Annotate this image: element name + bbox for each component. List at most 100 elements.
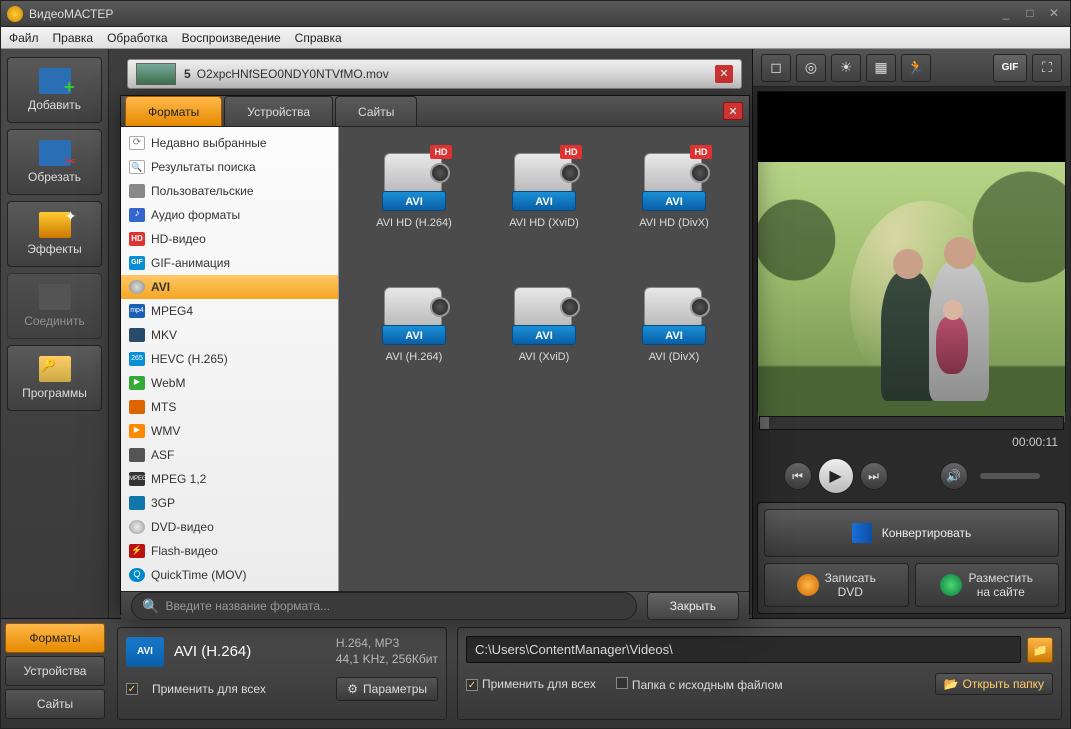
dialog-tab-formats[interactable]: Форматы	[125, 96, 222, 126]
apply-all-checkbox[interactable]: ✓	[126, 683, 138, 695]
minimize-button[interactable]: _	[996, 7, 1016, 21]
dialog-tab-devices[interactable]: Устройства	[224, 96, 333, 126]
preset-item[interactable]: AVIHDAVI HD (XviD)	[481, 139, 607, 269]
preset-item[interactable]: AVIAVI (DivX)	[611, 273, 737, 403]
format-search-input[interactable]: 🔍 Введите название формата...	[131, 592, 637, 620]
path-apply-all-checkbox[interactable]: ✓	[466, 679, 478, 691]
play-button[interactable]: ▶	[818, 458, 854, 494]
category-item-mts[interactable]: MTS	[121, 395, 338, 419]
category-item-webm[interactable]: WebM	[121, 371, 338, 395]
category-item-asf[interactable]: ASF	[121, 443, 338, 467]
playback-controls: ⏮ ▶ ⏭ 🔊	[753, 454, 1070, 498]
category-item-recent[interactable]: Недавно выбранные	[121, 131, 338, 155]
category-item-wmv[interactable]: WMV	[121, 419, 338, 443]
app-title: ВидеоМАСТЕР	[29, 7, 992, 21]
webm-icon	[129, 376, 145, 390]
preset-item[interactable]: AVIHDAVI HD (H.264)	[351, 139, 477, 269]
category-label: HEVC (H.265)	[151, 352, 228, 366]
camcorder-icon: AVI	[376, 279, 452, 345]
enhance-icon[interactable]: ▦	[866, 54, 896, 82]
speed-icon[interactable]: 🏃	[901, 54, 931, 82]
preset-item[interactable]: AVIAVI (XviD)	[481, 273, 607, 403]
publish-web-button[interactable]: Разместитьна сайте	[915, 563, 1060, 607]
category-item-tgp[interactable]: 3GP	[121, 491, 338, 515]
category-item-hevc[interactable]: 265 HEVC (H.265)	[121, 347, 338, 371]
avi-icon	[129, 280, 145, 294]
timeline[interactable]	[759, 416, 1064, 430]
category-item-search[interactable]: Результаты поиска	[121, 155, 338, 179]
source-folder-checkbox[interactable]	[616, 677, 628, 689]
menu-help[interactable]: Справка	[295, 31, 342, 45]
file-row[interactable]: 5 O2xpcHNfSEO0NDY0NTVfMO.mov ✕	[127, 59, 742, 89]
volume-slider[interactable]	[980, 473, 1040, 479]
asf-icon	[129, 448, 145, 462]
category-label: Результаты поиска	[151, 160, 256, 174]
category-item-gif[interactable]: GIFGIF-анимация	[121, 251, 338, 275]
add-icon	[39, 68, 71, 94]
time-display: 00:00:11	[753, 430, 1070, 454]
brightness-icon[interactable]: ☀	[831, 54, 861, 82]
search-placeholder: Введите название формата...	[165, 599, 330, 613]
category-item-mkv[interactable]: MKV	[121, 323, 338, 347]
category-item-user[interactable]: Пользовательские	[121, 179, 338, 203]
category-item-hd[interactable]: HDHD-видео	[121, 227, 338, 251]
category-list[interactable]: Недавно выбранные Результаты поиска Пользо…	[121, 127, 339, 591]
category-item-mpeg[interactable]: MPEGMPEG 1,2	[121, 467, 338, 491]
menu-file[interactable]: Файл	[9, 31, 39, 45]
dialog-tabs: Форматы Устройства Сайты ✕	[121, 96, 749, 126]
dialog-footer: 🔍 Введите название формата... Закрыть	[121, 591, 749, 620]
menubar: Файл Правка Обработка Воспроизведение Сп…	[1, 27, 1070, 49]
apply-all-label: Применить для всех	[152, 682, 266, 696]
tab-sites[interactable]: Сайты	[5, 689, 105, 719]
menu-process[interactable]: Обработка	[107, 31, 168, 45]
next-button[interactable]: ⏭	[860, 462, 888, 490]
video-preview[interactable]	[757, 91, 1066, 412]
convert-label: Конвертировать	[882, 526, 972, 540]
gif-button[interactable]: GIF	[993, 54, 1027, 82]
tab-devices[interactable]: Устройства	[5, 656, 105, 686]
search-icon	[129, 160, 145, 174]
output-path-input[interactable]	[466, 636, 1021, 663]
browse-folder-button[interactable]: 📁	[1027, 637, 1053, 663]
rotate-icon[interactable]: ◎	[796, 54, 826, 82]
category-item-avi[interactable]: AVI	[121, 275, 338, 299]
maximize-button[interactable]: □	[1020, 7, 1040, 21]
add-label: Добавить	[28, 98, 81, 112]
params-button[interactable]: ⚙Параметры	[336, 677, 438, 701]
programs-button[interactable]: Программы	[7, 345, 102, 411]
category-item-flash[interactable]: Flash-видео	[121, 539, 338, 563]
close-button[interactable]: ✕	[1044, 7, 1064, 21]
preset-item[interactable]: AVIAVI (H.264)	[351, 273, 477, 403]
titlebar: ВидеоМАСТЕР _ □ ✕	[1, 1, 1070, 27]
add-button[interactable]: Добавить	[7, 57, 102, 123]
qt-icon	[129, 568, 145, 582]
category-label: MPEG4	[151, 304, 193, 318]
convert-button[interactable]: Конвертировать	[764, 509, 1059, 557]
category-item-dvd[interactable]: DVD-видео	[121, 515, 338, 539]
file-remove-button[interactable]: ✕	[715, 65, 733, 83]
menu-playback[interactable]: Воспроизведение	[182, 31, 281, 45]
fullscreen-icon[interactable]: ⛶	[1032, 54, 1062, 82]
category-label: WMV	[151, 424, 180, 438]
burn-dvd-button[interactable]: ЗаписатьDVD	[764, 563, 909, 607]
category-item-qt[interactable]: QuickTime (MOV)	[121, 563, 338, 587]
category-item-mp4[interactable]: mp4MPEG4	[121, 299, 338, 323]
menu-edit[interactable]: Правка	[53, 31, 94, 45]
dialog-close-button[interactable]: ✕	[723, 102, 743, 120]
dialog-close-text-button[interactable]: Закрыть	[647, 592, 739, 620]
user-icon	[129, 184, 145, 198]
tab-formats[interactable]: Форматы	[5, 623, 105, 653]
right-panel: ◻ ◎ ☀ ▦ 🏃 GIF ⛶ 00:00:11 ⏮ ▶ ⏭ 🔊 Конверт…	[752, 49, 1070, 618]
preset-item[interactable]: AVIHDAVI HD (DivX)	[611, 139, 737, 269]
crop-icon[interactable]: ◻	[761, 54, 791, 82]
preset-label: AVI (XviD)	[519, 351, 570, 363]
trim-button[interactable]: Обрезать	[7, 129, 102, 195]
category-label: 3GP	[151, 496, 175, 510]
hevc-icon: 265	[129, 352, 145, 366]
open-folder-button[interactable]: 📂Открыть папку	[935, 673, 1053, 695]
volume-button[interactable]: 🔊	[940, 462, 968, 490]
prev-button[interactable]: ⏮	[784, 462, 812, 490]
effects-button[interactable]: Эффекты	[7, 201, 102, 267]
dialog-tab-sites[interactable]: Сайты	[335, 96, 417, 126]
category-item-audio[interactable]: Аудио форматы	[121, 203, 338, 227]
